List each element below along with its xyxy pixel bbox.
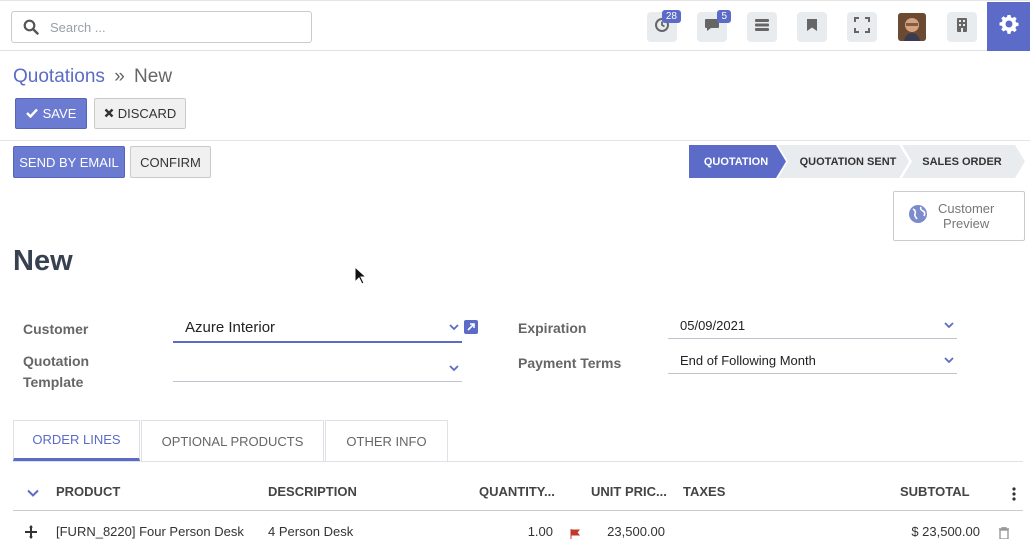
confirm-label: CONFIRM — [140, 154, 201, 170]
breadcrumb-current: New — [134, 66, 173, 87]
column-options-icon[interactable] — [1012, 487, 1016, 506]
stage-quotation-sent[interactable]: QUOTATION SENT — [786, 145, 910, 178]
breadcrumb: Quotations » New — [13, 66, 172, 88]
apps-menu-button[interactable] — [747, 12, 777, 42]
bookmark-button[interactable] — [797, 12, 827, 42]
settings-button[interactable] — [987, 2, 1030, 51]
globe-icon — [908, 204, 928, 229]
customer-preview-line1: Customer — [938, 201, 995, 216]
tab-other-info-label: OTHER INFO — [346, 433, 427, 449]
breadcrumb-separator: » — [114, 66, 125, 87]
stage-sales-order[interactable]: SALES ORDER — [912, 145, 1012, 178]
company-switch-button[interactable] — [947, 12, 977, 42]
row-description: 4 Person Desk — [268, 524, 354, 539]
column-header-quantity[interactable]: QUANTITY... — [479, 484, 555, 499]
quotation-template-field[interactable] — [173, 356, 462, 382]
quotation-template-label: Quotation Template — [23, 351, 89, 393]
customer-value: Azure Interior — [185, 318, 276, 336]
record-title: New — [13, 245, 73, 277]
payment-terms-field[interactable]: End of Following Month — [668, 348, 957, 374]
search-box[interactable] — [11, 11, 312, 43]
activity-count-badge: 28 — [661, 10, 681, 23]
search-input[interactable] — [50, 19, 290, 35]
chevron-down-icon — [941, 357, 957, 364]
fullscreen-icon — [854, 16, 870, 38]
chevron-down-icon — [446, 323, 462, 331]
stage-quotation[interactable]: QUOTATION — [689, 145, 783, 178]
column-header-subtotal[interactable]: SUBTOTAL — [900, 484, 970, 499]
avatar[interactable] — [898, 13, 926, 41]
row-subtotal: $ 23,500.00 — [911, 524, 980, 539]
collapse-chevron-icon[interactable] — [27, 484, 39, 502]
tab-optional-products-label: OPTIONAL PRODUCTS — [161, 433, 304, 449]
activity-button[interactable]: 28 — [647, 10, 681, 42]
customer-label: Customer — [23, 321, 89, 337]
stage-quotation-sent-label: QUOTATION SENT — [799, 155, 897, 168]
column-header-product[interactable]: PRODUCT — [56, 484, 120, 499]
stage-quotation-label: QUOTATION — [703, 155, 769, 168]
settings-gear-icon — [999, 14, 1019, 39]
bookmark-icon — [806, 18, 818, 37]
customer-preview-line2: Preview — [943, 216, 990, 231]
delete-trash-icon[interactable] — [998, 526, 1010, 544]
expiration-field[interactable]: 05/09/2021 — [668, 313, 957, 339]
breadcrumb-quotations-link[interactable]: Quotations — [13, 66, 105, 87]
customer-preview-button[interactable]: Customer Preview — [893, 191, 1025, 241]
customer-field[interactable]: Azure Interior — [173, 313, 462, 343]
tab-optional-products[interactable]: OPTIONAL PRODUCTS — [141, 420, 324, 461]
search-icon — [12, 19, 50, 35]
row-product: [FURN_8220] Four Person Desk — [56, 524, 244, 539]
fullscreen-button[interactable] — [847, 12, 877, 42]
chevron-down-icon — [941, 322, 957, 329]
quotation-template-label-line1: Quotation — [23, 353, 90, 369]
price-flag-icon — [570, 526, 582, 544]
confirm-button[interactable]: CONFIRM — [130, 146, 211, 178]
row-unit-price: 23,500.00 — [607, 524, 665, 539]
notebook-tabs: ORDER LINES OPTIONAL PRODUCTS OTHER INFO — [13, 420, 449, 461]
save-label: SAVE — [42, 106, 77, 121]
send-by-email-label: SEND BY EMAIL — [19, 154, 119, 170]
tab-divider — [13, 461, 1023, 462]
save-button[interactable]: SAVE — [15, 98, 87, 129]
close-icon — [104, 106, 114, 121]
company-switch-icon — [956, 17, 968, 38]
column-header-description[interactable]: DESCRIPTION — [268, 484, 357, 499]
check-icon — [25, 106, 38, 121]
tab-order-lines[interactable]: ORDER LINES — [13, 420, 140, 461]
column-header-unit-price[interactable]: UNIT PRIC... — [591, 484, 667, 499]
mouse-cursor-icon — [354, 265, 368, 291]
table-header-divider — [13, 510, 1023, 511]
divider — [0, 140, 1030, 141]
messages-count-badge: 5 — [717, 10, 731, 23]
discard-label: DISCARD — [117, 106, 177, 121]
send-by-email-button[interactable]: SEND BY EMAIL — [13, 146, 125, 178]
payment-terms-value: End of Following Month — [680, 353, 816, 368]
top-navbar: 28 5 — [0, 0, 1030, 51]
stage-sales-order-label: SALES ORDER — [922, 155, 1002, 168]
expiration-label: Expiration — [518, 320, 587, 336]
quotation-template-label-line2: Template — [23, 374, 84, 390]
external-link-icon[interactable] — [464, 320, 478, 334]
expiration-value: 05/09/2021 — [680, 318, 746, 333]
discard-button[interactable]: DISCARD — [94, 98, 186, 129]
tab-other-info[interactable]: OTHER INFO — [325, 420, 448, 461]
messages-button[interactable]: 5 — [697, 10, 731, 42]
column-header-taxes[interactable]: TAXES — [683, 484, 725, 499]
menu-bars-icon — [754, 18, 770, 37]
row-quantity: 1.00 — [527, 524, 553, 539]
drag-handle-icon[interactable] — [24, 525, 38, 544]
chevron-down-icon — [446, 365, 462, 372]
tab-order-lines-label: ORDER LINES — [32, 432, 121, 447]
payment-terms-label: Payment Terms — [518, 355, 622, 371]
